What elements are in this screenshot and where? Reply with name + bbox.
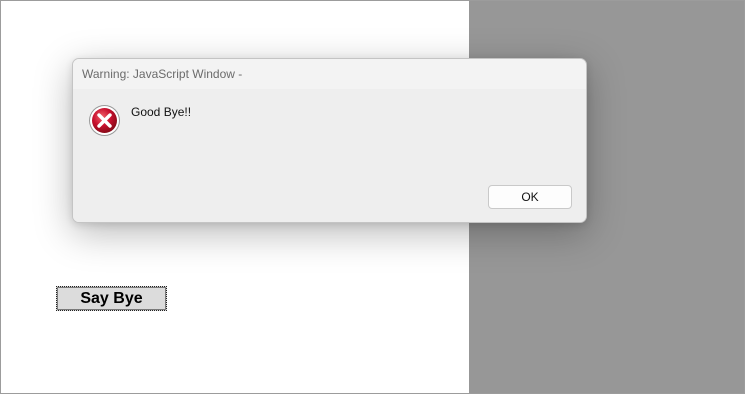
ok-button[interactable]: OK — [488, 185, 572, 209]
alert-dialog: Warning: JavaScript Window - Good Bye!! … — [72, 58, 587, 223]
dialog-title: Warning: JavaScript Window - — [82, 67, 243, 81]
dialog-titlebar: Warning: JavaScript Window - — [73, 59, 586, 89]
dialog-message: Good Bye!! — [131, 105, 192, 119]
error-icon — [88, 104, 121, 137]
dialog-content: Good Bye!! OK — [73, 89, 586, 222]
say-bye-button[interactable]: Say Bye — [56, 286, 167, 311]
